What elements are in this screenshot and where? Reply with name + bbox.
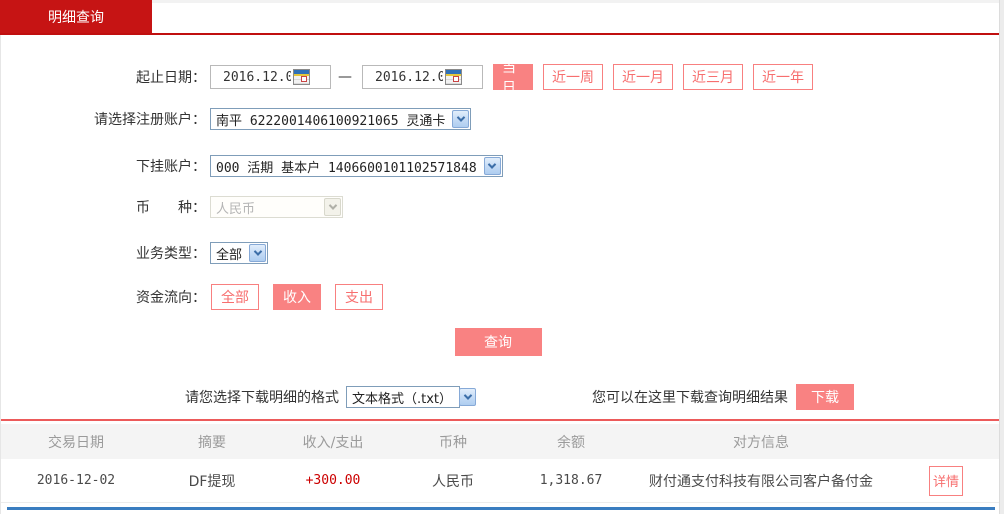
fund-flow-label: 资金流向： — [136, 290, 206, 306]
header-balance: 余额 — [557, 434, 585, 451]
quick-range-today-button[interactable]: 当日 — [493, 60, 533, 96]
cell-amount: +300.00 — [305, 473, 361, 488]
end-date-input[interactable] — [363, 69, 443, 85]
right-edge-strip — [999, 0, 1004, 514]
tab-label: 明细查询 — [48, 9, 104, 26]
register-account-select[interactable]: 南平 6222001406100921065 灵通卡 — [210, 108, 472, 130]
fund-flow-row: 资金流向： 全部 收入 支出 — [1, 284, 999, 310]
sub-account-row: 下挂账户： 000 活期 基本户 1406600101102571848 — [1, 154, 999, 178]
register-account-label: 请选择注册账户： — [94, 112, 206, 128]
business-type-select[interactable]: 全部 — [210, 242, 269, 264]
fund-flow-income-button[interactable]: 收入 — [273, 284, 321, 310]
start-date-input[interactable] — [211, 69, 291, 85]
cell-summary: DF提现 — [188, 473, 236, 490]
chevron-down-icon — [452, 110, 470, 128]
detail-button[interactable]: 详情 — [929, 465, 963, 496]
currency-value: 人民币 — [216, 201, 256, 217]
download-format-label: 请您选择下载明细的格式 — [185, 390, 339, 406]
sub-account-label: 下挂账户： — [136, 159, 206, 175]
start-date-box — [210, 65, 331, 89]
register-account-value: 南平 6222001406100921065 灵通卡 — [216, 113, 446, 129]
quick-range-quarter-button[interactable]: 近三月 — [683, 64, 743, 90]
business-type-row: 业务类型： 全部 — [1, 241, 999, 265]
chevron-down-icon — [459, 388, 477, 406]
cell-counterparty: 财付通支付科技有限公司客户备付金 — [649, 473, 873, 490]
header-trade-date: 交易日期 — [48, 434, 104, 451]
query-button[interactable]: 查询 — [454, 328, 542, 356]
download-format-value: 文本格式（.txt） — [352, 391, 453, 407]
table-header-row: 交易日期 摘要 收入/支出 币种 余额 对方信息 — [1, 424, 999, 459]
download-row: 请您选择下载明细的格式 文本格式（.txt） 您可以在这里下载查询明细结果 下载 — [1, 384, 999, 410]
date-range-row: 起止日期： — 当日 近一周 近一月 近三月 近一年 — [1, 60, 999, 96]
tab-detail-query[interactable]: 明细查询 — [0, 0, 152, 33]
download-format-select[interactable]: 文本格式（.txt） — [346, 386, 477, 408]
header-counterparty: 对方信息 — [733, 434, 789, 451]
header-currency: 币种 — [439, 434, 467, 451]
currency-select: 人民币 — [210, 196, 343, 218]
business-type-value: 全部 — [216, 247, 243, 263]
sub-account-select[interactable]: 000 活期 基本户 1406600101102571848 — [210, 155, 503, 177]
detail-query-page: 明细查询 起止日期： — 当日 近一周 近一月 近三月 近一年 请选择注册账户：… — [0, 0, 1004, 514]
register-account-row: 请选择注册账户： 南平 6222001406100921065 灵通卡 — [1, 107, 999, 131]
quick-range-year-button[interactable]: 近一年 — [753, 64, 813, 90]
calendar-icon[interactable] — [445, 69, 462, 85]
business-type-label: 业务类型： — [136, 246, 206, 262]
cell-action: 详情 — [893, 465, 999, 496]
chevron-down-icon — [324, 198, 341, 216]
chevron-down-icon — [483, 157, 501, 175]
download-hint-text: 您可以在这里下载查询明细结果 — [592, 390, 788, 406]
quick-range-month-button[interactable]: 近一月 — [613, 64, 673, 90]
quick-range-week-button[interactable]: 近一周 — [543, 64, 603, 90]
currency-row: 币 种： 人民币 — [1, 195, 999, 219]
end-date-box — [362, 65, 483, 89]
sub-account-value: 000 活期 基本户 1406600101102571848 — [216, 160, 477, 176]
header-income-expense: 收入/支出 — [302, 434, 364, 451]
cell-balance: 1,318.67 — [539, 473, 603, 488]
top-edge-divider — [152, 0, 999, 3]
table-row: 2016-12-02 DF提现 +300.00 人民币 1,318.67 财付通… — [1, 459, 999, 503]
cell-currency: 人民币 — [432, 473, 474, 490]
date-range-separator: — — [338, 69, 352, 85]
fund-flow-all-button[interactable]: 全部 — [211, 284, 259, 310]
date-range-label: 起止日期： — [136, 70, 206, 86]
chevron-down-icon — [249, 244, 267, 262]
bottom-blue-divider — [7, 507, 995, 510]
table-top-separator — [1, 419, 999, 421]
query-form: 起止日期： — 当日 近一周 近一月 近三月 近一年 请选择注册账户： 南平 6… — [1, 35, 999, 503]
results-table: 交易日期 摘要 收入/支出 币种 余额 对方信息 2016-12-02 DF提现… — [1, 424, 999, 503]
cell-trade-date: 2016-12-02 — [36, 473, 116, 488]
calendar-icon[interactable] — [293, 69, 310, 85]
header-summary: 摘要 — [198, 434, 226, 451]
currency-label: 币 种： — [136, 200, 206, 216]
fund-flow-expense-button[interactable]: 支出 — [335, 284, 383, 310]
download-button[interactable]: 下载 — [796, 384, 854, 410]
